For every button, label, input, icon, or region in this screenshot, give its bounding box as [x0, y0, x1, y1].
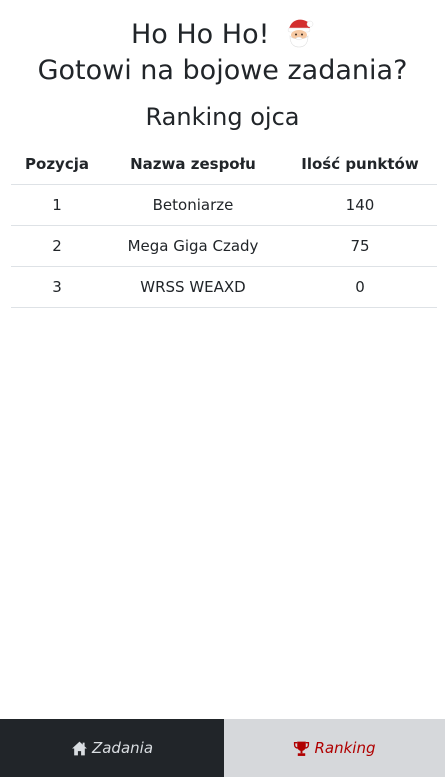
ranking-table-container: Pozycja Nazwa zespołu Ilość punktów 1 Be…	[11, 143, 437, 308]
home-icon	[72, 741, 87, 755]
headline-line-2: Gotowi na bojowe zadania?	[37, 55, 408, 86]
column-header-team: Nazwa zespołu	[103, 143, 283, 185]
column-header-position: Pozycja	[11, 143, 103, 185]
table-header-row: Pozycja Nazwa zespołu Ilość punktów	[11, 143, 437, 185]
table-row: 1 Betoniarze 140	[11, 184, 437, 226]
page-headline: Ho Ho Ho! Gotowi na bojowe zadania?	[0, 16, 445, 89]
nav-tasks-button[interactable]: Zadania	[0, 719, 224, 777]
trophy-icon	[294, 741, 310, 756]
cell-position: 2	[11, 225, 103, 267]
cell-position: 3	[11, 266, 103, 308]
cell-team: Betoniarze	[103, 184, 283, 226]
column-header-points: Ilość punktów	[283, 143, 437, 185]
table-row: 2 Mega Giga Czady 75	[11, 225, 437, 267]
nav-ranking-label: Ranking	[314, 739, 376, 757]
page-header: Ho Ho Ho! Gotowi na bojowe zadania?	[0, 0, 445, 89]
ranking-table: Pozycja Nazwa zespołu Ilość punktów 1 Be…	[11, 143, 437, 308]
cell-points: 0	[283, 266, 437, 308]
cell-team: WRSS WEAXD	[103, 266, 283, 308]
bottom-nav: Zadania Ranking	[0, 719, 445, 777]
santa-icon	[287, 19, 314, 48]
ranking-title: Ranking ojca	[145, 103, 300, 131]
cell-position: 1	[11, 184, 103, 226]
nav-tasks-label: Zadania	[91, 739, 154, 757]
headline-line-1: Ho Ho Ho!	[130, 19, 270, 50]
cell-team: Mega Giga Czady	[103, 225, 283, 267]
cell-points: 140	[283, 184, 437, 226]
cell-points: 75	[283, 225, 437, 267]
nav-ranking-button[interactable]: Ranking	[224, 719, 445, 777]
table-row: 3 WRSS WEAXD 0	[11, 266, 437, 308]
